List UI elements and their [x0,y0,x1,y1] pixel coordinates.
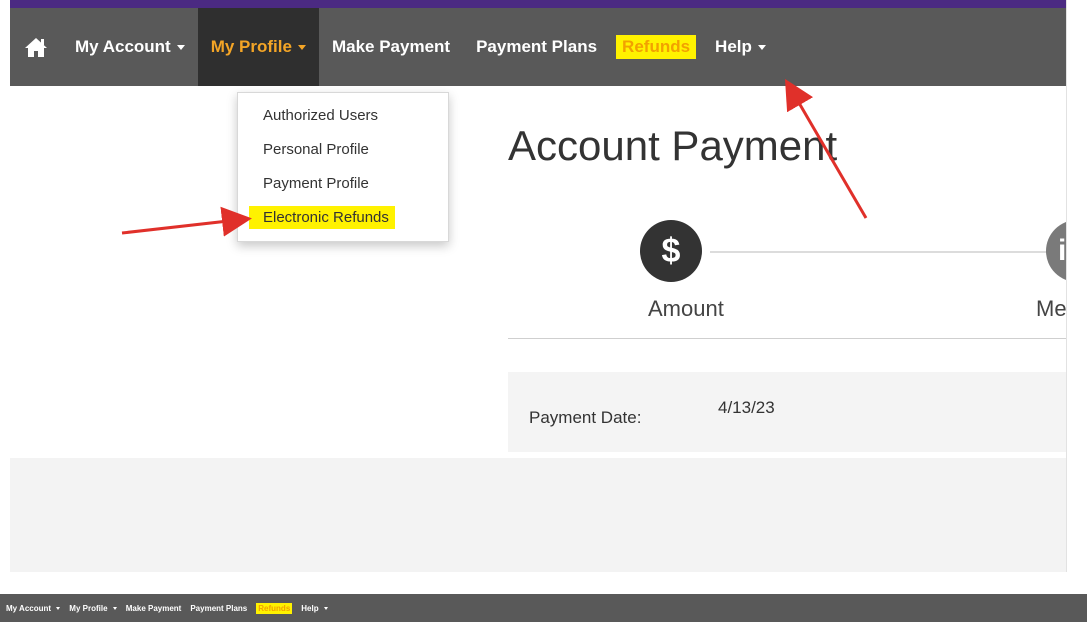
home-button[interactable] [10,8,62,86]
payment-date-value: 4/13/23 [718,398,775,417]
brand-bar [10,0,1066,8]
mini-nav-label: Payment Plans [190,603,248,613]
mini-nav: My Account My Profile Make Payment Payme… [0,594,1087,622]
menu-item-personal-profile[interactable]: Personal Profile [238,137,448,171]
menu-item-label: Authorized Users [263,107,379,124]
menu-item-label: Payment Profile [263,175,369,192]
nav-my-account-label: My Account [75,37,171,56]
step-connector [710,251,1050,253]
nav-help-label: Help [715,37,752,56]
nav-refunds[interactable]: Refunds [610,8,702,86]
mini-nav-help[interactable]: Help [301,604,328,613]
menu-item-electronic-refunds[interactable]: Electronic Refunds [238,205,448,239]
info-icon: i [1058,234,1067,267]
payment-date-panel: Payment Date: 4/13/23 [508,372,1066,452]
chevron-down-icon [176,44,185,50]
main-nav: My Account My Profile Make Payment Payme… [10,8,1066,86]
chevron-down-icon [323,606,328,610]
nav-my-profile-label: My Profile [210,37,292,56]
payment-date-label: Payment Date: [529,408,642,427]
chevron-down-icon [297,44,306,50]
mini-nav-my-account[interactable]: My Account [6,603,61,613]
mini-nav-my-profile[interactable]: My Profile [69,603,117,613]
mini-nav-label: My Account [6,603,52,613]
mini-nav-label: Help [301,603,319,613]
mini-nav-label: Make Payment [125,603,182,613]
nav-make-payment[interactable]: Make Payment [319,8,463,86]
screenshot-frame: My Account My Profile Make Payment Payme… [10,0,1067,572]
mini-nav-make-payment[interactable]: Make Payment [126,604,182,613]
nav-payment-plans[interactable]: Payment Plans [463,8,610,86]
nav-my-profile[interactable]: My Profile [197,8,319,86]
menu-item-label: Electronic Refunds [249,206,395,229]
chevron-down-icon [757,44,766,50]
menu-item-label: Personal Profile [263,141,369,158]
nav-make-payment-label: Make Payment [331,37,451,56]
menu-item-payment-profile[interactable]: Payment Profile [238,171,448,205]
mini-nav-payment-plans[interactable]: Payment Plans [190,604,247,613]
dollar-icon: $ [661,231,681,270]
profile-dropdown-menu: Authorized Users Personal Profile Paymen… [237,92,449,242]
chevron-down-icon [112,606,117,610]
divider [508,338,1066,339]
chevron-down-icon [56,606,61,610]
nav-help[interactable]: Help [702,8,779,86]
step-method-label: Me [1036,296,1067,321]
mini-nav-label: Refunds [256,602,293,614]
home-icon [25,38,47,57]
menu-item-authorized-users[interactable]: Authorized Users [238,103,448,137]
mini-nav-label: My Profile [69,603,108,613]
nav-refunds-label: Refunds [616,35,697,59]
page-title: Account Payment [508,122,838,169]
nav-payment-plans-label: Payment Plans [476,37,598,56]
step-amount: $ [640,220,702,282]
step-amount-label: Amount [648,296,724,321]
mini-nav-refunds[interactable]: Refunds [256,602,293,614]
nav-my-account[interactable]: My Account [62,8,198,86]
